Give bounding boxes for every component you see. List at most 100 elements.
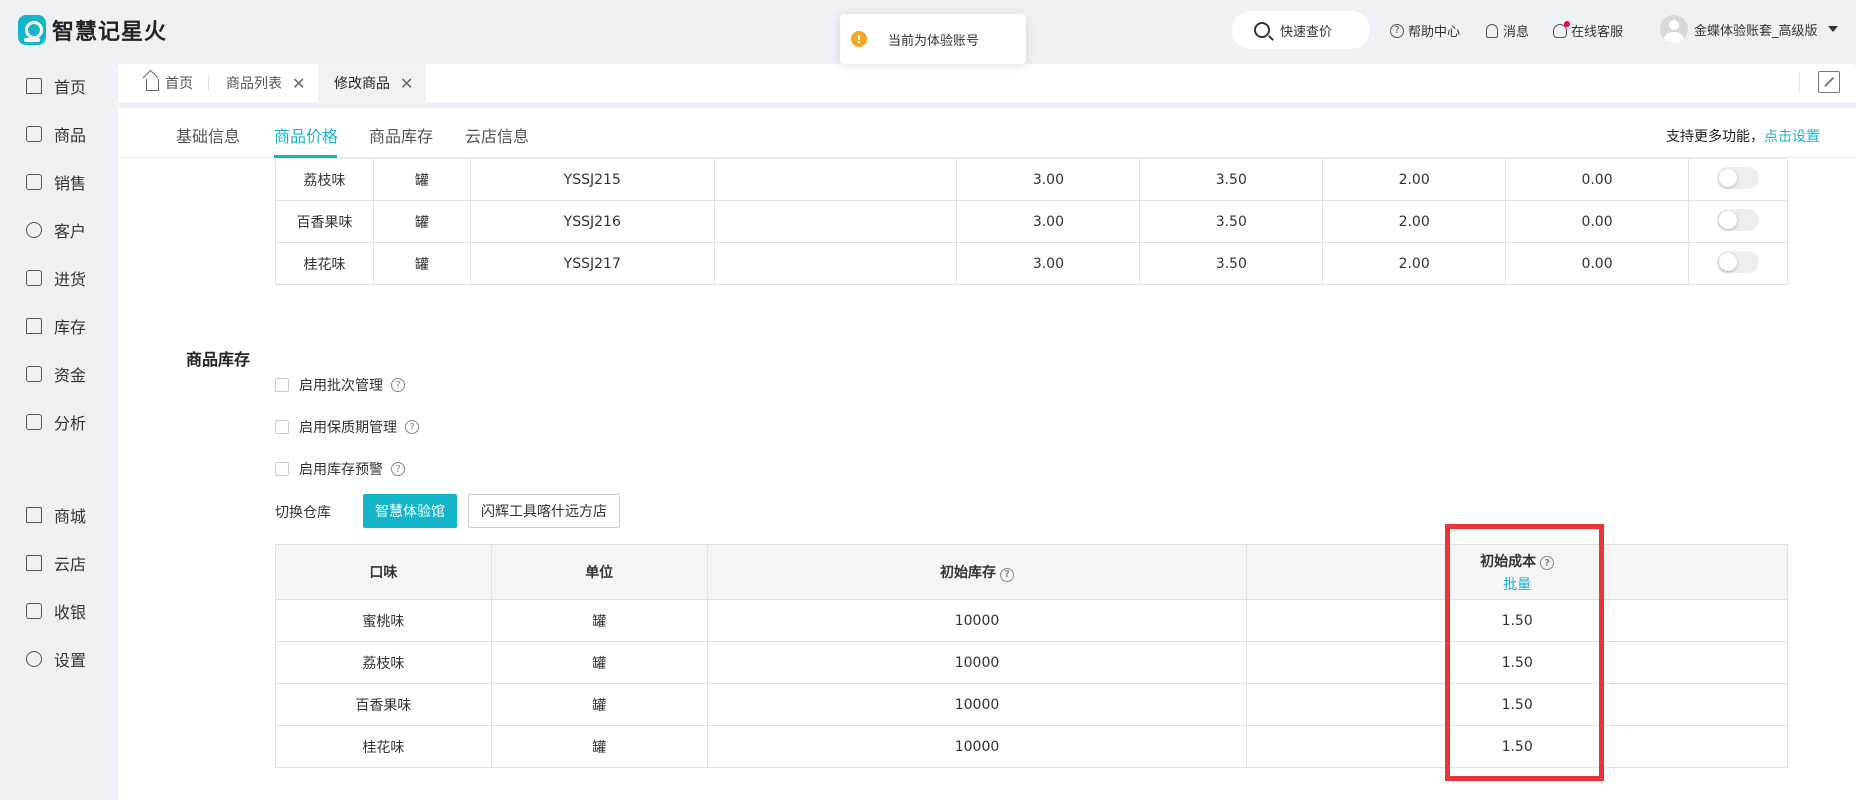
tab-basic-info[interactable]: 基础信息 xyxy=(176,123,240,147)
initial-cost-cell[interactable]: 1.50 xyxy=(1246,641,1788,684)
column-header-initial-stock: 初始库存? xyxy=(706,544,1248,600)
price-cell[interactable]: 3.00 xyxy=(956,158,1141,201)
shelf-life-checkbox[interactable] xyxy=(275,420,289,434)
barcode-cell[interactable] xyxy=(713,200,958,243)
flavor-cell: 百香果味 xyxy=(275,683,492,726)
sidebar-item-cashier[interactable]: 收银 xyxy=(26,599,86,623)
warehouse-button-active[interactable]: 智慧体验馆 xyxy=(363,494,457,528)
price-cell[interactable]: 3.50 xyxy=(1139,242,1324,285)
sidebar-item-goods[interactable]: 商品 xyxy=(26,122,86,146)
tab-goods-price[interactable]: 商品价格 xyxy=(274,123,338,147)
enable-toggle[interactable] xyxy=(1716,250,1759,273)
section-tabs: 基础信息 商品价格 商品库存 云店信息 支持更多功能，点击设置 xyxy=(118,108,1856,158)
barcode-cell[interactable] xyxy=(713,242,958,285)
batch-management-checkbox[interactable] xyxy=(275,378,289,392)
tab-goods-inventory[interactable]: 商品库存 xyxy=(369,123,433,147)
code-cell: YSSJ215 xyxy=(469,158,715,201)
table-row: 桂花味 罐 10000 1.50 xyxy=(275,725,1788,768)
help-center-label: 帮助中心 xyxy=(1408,25,1461,40)
sidebar-item-label: 首页 xyxy=(54,78,87,97)
help-icon[interactable]: ? xyxy=(391,378,405,392)
switch-cell xyxy=(1687,242,1789,285)
price-cell[interactable]: 3.00 xyxy=(956,200,1141,243)
tab-edit-goods[interactable]: 修改商品 ✕ xyxy=(318,64,426,102)
page-tabs-bar: 首页 商品列表 ✕ 修改商品 ✕ xyxy=(118,64,1856,102)
column-header-initial-cost: 初始成本? 批量 xyxy=(1246,544,1788,600)
batch-management-option[interactable]: 启用批次管理 ? xyxy=(275,375,405,395)
home-icon xyxy=(146,78,159,91)
settings-link[interactable]: 点击设置 xyxy=(1764,129,1820,145)
sidebar-item-cloud-store[interactable]: 云店 xyxy=(26,551,86,575)
stock-alert-checkbox[interactable] xyxy=(275,462,289,476)
sidebar-item-funds[interactable]: 资金 xyxy=(26,362,86,386)
bell-icon xyxy=(1486,23,1498,38)
sidebar-item-settings[interactable]: 设置 xyxy=(26,647,86,671)
help-icon[interactable]: ? xyxy=(391,462,405,476)
notice-toast: ! 当前为体验账号 xyxy=(840,14,1026,64)
tab-label: 修改商品 xyxy=(334,76,390,92)
header-label: 初始库存 xyxy=(940,565,996,581)
sidebar-item-mall[interactable]: 商城 xyxy=(26,503,86,527)
chart-icon xyxy=(26,414,42,430)
app-logo[interactable]: 智慧记星火 xyxy=(18,14,167,46)
sidebar-item-label: 设置 xyxy=(54,651,87,670)
shelf-life-option[interactable]: 启用保质期管理 ? xyxy=(275,417,419,437)
sidebar-item-inventory[interactable]: 库存 xyxy=(26,314,86,338)
initial-stock-cell[interactable]: 10000 xyxy=(706,683,1248,726)
close-icon[interactable]: ✕ xyxy=(292,74,305,93)
caret-down-icon xyxy=(1827,26,1838,32)
enable-toggle[interactable] xyxy=(1716,166,1759,189)
table-row: 荔枝味 罐 YSSJ215 3.00 3.50 2.00 0.00 xyxy=(275,158,1789,201)
initial-stock-cell[interactable]: 10000 xyxy=(706,599,1248,642)
price-cell[interactable]: 2.00 xyxy=(1322,158,1507,201)
person-icon xyxy=(26,222,42,238)
pos-icon xyxy=(26,603,42,619)
help-icon[interactable]: ? xyxy=(1540,556,1555,570)
price-cell[interactable]: 0.00 xyxy=(1505,158,1689,201)
quick-price-search-button[interactable]: 快速查价 xyxy=(1232,11,1370,49)
unit-cell: 罐 xyxy=(490,641,708,684)
initial-stock-cell[interactable]: 10000 xyxy=(706,725,1248,768)
price-cell[interactable]: 3.50 xyxy=(1139,158,1324,201)
gear-icon xyxy=(26,651,42,667)
close-icon[interactable]: ✕ xyxy=(400,74,413,93)
tab-home[interactable]: 首页 xyxy=(118,64,208,102)
help-icon[interactable]: ? xyxy=(405,420,419,434)
initial-cost-cell[interactable]: 1.50 xyxy=(1246,683,1788,726)
sidebar-item-customers[interactable]: 客户 xyxy=(26,218,86,242)
price-cell[interactable]: 3.00 xyxy=(956,242,1141,285)
price-cell[interactable]: 0.00 xyxy=(1505,200,1689,243)
user-menu[interactable]: 金蝶体验账套_高级版 xyxy=(1660,15,1838,43)
initial-cost-cell[interactable]: 1.50 xyxy=(1246,599,1788,642)
more-features-hint: 支持更多功能，点击设置 xyxy=(1666,126,1820,146)
stock-alert-option[interactable]: 启用库存预警 ? xyxy=(275,459,405,479)
sidebar-item-purchase[interactable]: 进货 xyxy=(26,266,86,290)
price-cell[interactable]: 2.00 xyxy=(1322,200,1507,243)
initial-cost-cell[interactable]: 1.50 xyxy=(1246,725,1788,768)
tab-cloud-store-info[interactable]: 云店信息 xyxy=(465,123,529,147)
barcode-cell[interactable] xyxy=(713,158,958,201)
app-title: 智慧记星火 xyxy=(52,20,168,45)
initial-stock-cell[interactable]: 10000 xyxy=(706,641,1248,684)
fullscreen-icon[interactable] xyxy=(1818,71,1840,93)
price-cell[interactable]: 2.00 xyxy=(1322,242,1507,285)
price-cell[interactable]: 3.50 xyxy=(1139,200,1324,243)
enable-toggle[interactable] xyxy=(1716,208,1759,231)
tab-goods-list[interactable]: 商品列表 ✕ xyxy=(209,64,335,102)
help-center-link[interactable]: ? 帮助中心 xyxy=(1390,21,1460,40)
help-icon[interactable]: ? xyxy=(1000,567,1014,582)
unit-cell: 罐 xyxy=(490,725,708,768)
messages-link[interactable]: 消息 xyxy=(1486,21,1529,40)
mall-icon xyxy=(26,507,42,523)
online-support-link[interactable]: 在线客服 xyxy=(1553,20,1623,40)
option-label: 启用库存预警 xyxy=(299,462,383,478)
sidebar-item-analysis[interactable]: 分析 xyxy=(26,410,86,434)
sidebar-item-sales[interactable]: 销售 xyxy=(26,170,86,194)
price-cell[interactable]: 0.00 xyxy=(1505,242,1689,285)
sidebar-item-home[interactable]: 首页 xyxy=(26,74,86,98)
tabs-divider xyxy=(1799,72,1800,94)
warning-icon: ! xyxy=(851,31,867,47)
search-icon xyxy=(1254,22,1270,38)
warehouse-button[interactable]: 闪辉工具喀什远方店 xyxy=(468,494,620,528)
batch-edit-link[interactable]: 批量 xyxy=(1247,574,1787,594)
